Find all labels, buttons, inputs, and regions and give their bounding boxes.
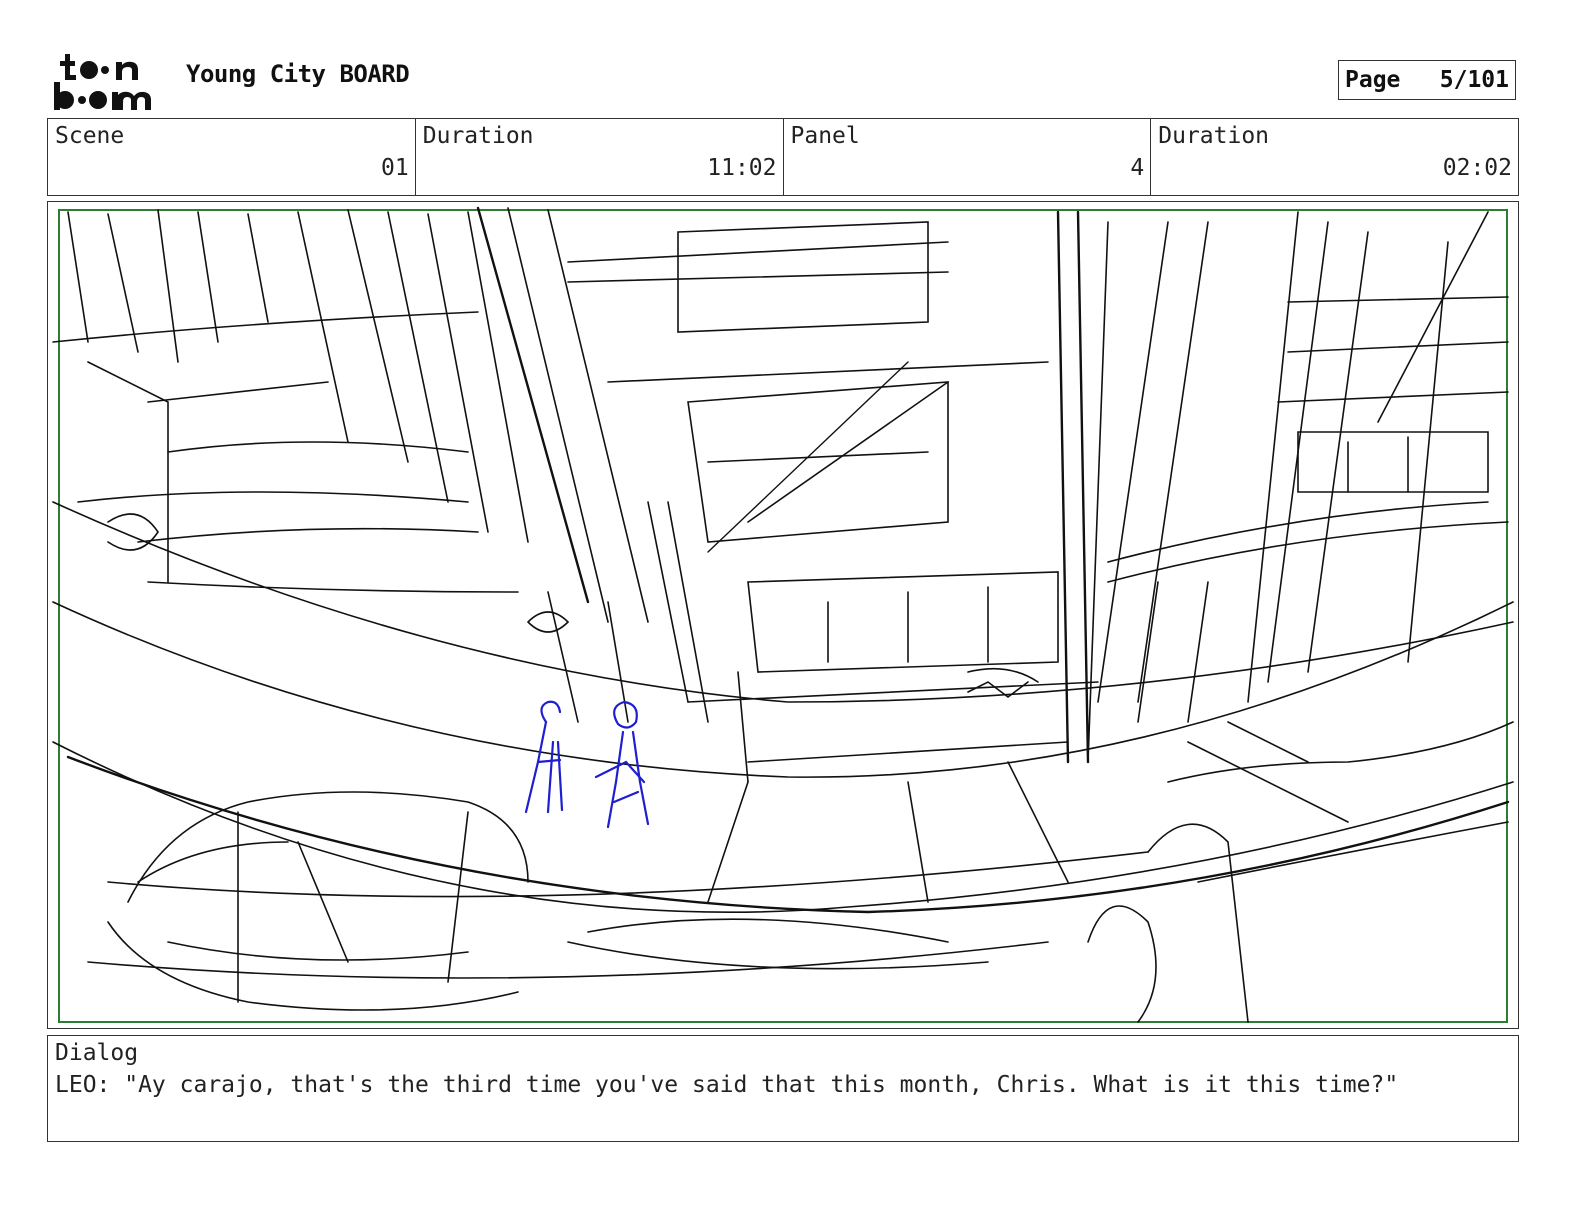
project-title: Young City BOARD	[186, 60, 410, 88]
scene-cell: Scene 01	[48, 119, 416, 195]
scene-info-row: Scene 01 Duration 11:02 Panel 4 Duration…	[47, 118, 1519, 196]
toon-boom-logo	[54, 54, 151, 110]
panel-label: Panel	[790, 123, 860, 149]
panel-sketch	[52, 206, 1514, 1023]
panel-cell: Panel 4	[784, 119, 1152, 195]
page-indicator: Page 5/101	[1338, 60, 1516, 100]
city-street-sketch	[52, 206, 1514, 1023]
dialog-box: Dialog LEO: "Ay carajo, that's the third…	[47, 1035, 1519, 1142]
scene-duration-label: Duration	[422, 123, 534, 149]
panel-duration-value: 02:02	[1442, 155, 1512, 181]
scene-label: Scene	[55, 123, 125, 149]
camera-frame	[58, 209, 1508, 1023]
panel-duration-cell: Duration 02:02	[1151, 119, 1518, 195]
panel-duration-label: Duration	[1158, 123, 1270, 149]
character-leo	[524, 700, 564, 814]
dialog-text: LEO: "Ay carajo, that's the third time y…	[55, 1072, 1399, 1098]
page-number: 5/101	[1439, 67, 1509, 93]
character-chris	[594, 700, 650, 829]
dialog-label: Dialog	[55, 1040, 139, 1066]
scene-value: 01	[381, 155, 409, 181]
scene-duration-value: 11:02	[707, 155, 777, 181]
storyboard-panel	[47, 201, 1519, 1029]
scene-duration-cell: Duration 11:02	[416, 119, 784, 195]
panel-value: 4	[1130, 155, 1145, 181]
page-label: Page	[1345, 67, 1401, 93]
